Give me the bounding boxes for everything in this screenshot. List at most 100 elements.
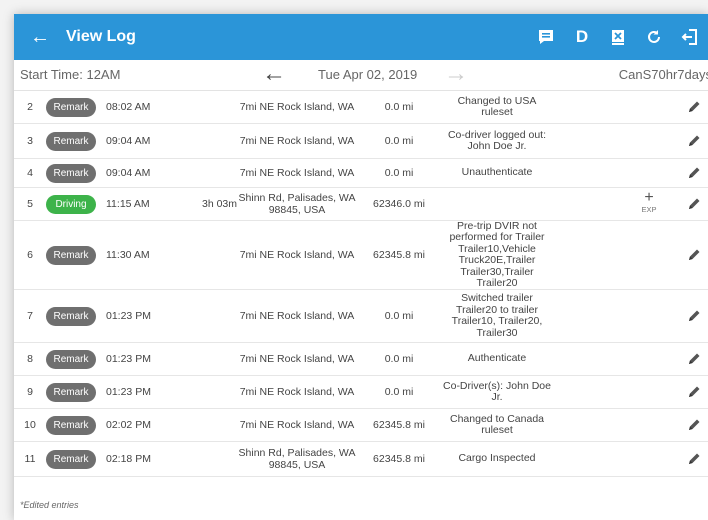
event-time: 09:04 AM bbox=[106, 135, 151, 147]
entry-number: 2 bbox=[27, 101, 33, 113]
log-entry-row: 11 Remark 02:18 PM Shinn Rd, Palisades, WA 9… bbox=[14, 442, 708, 477]
add-exemption-button[interactable]: + EXP bbox=[634, 189, 664, 215]
plus-icon: + bbox=[644, 189, 654, 206]
log-date: Tue Apr 02, 2019 bbox=[318, 67, 418, 82]
arrow-left-icon: ← bbox=[30, 25, 50, 48]
log-entry-row: 3 Remark 09:04 AM 7mi NE Rock Island, WA 0.0… bbox=[14, 124, 708, 159]
location-line: 7mi NE Rock Island, WA bbox=[239, 167, 355, 179]
event-time: 11:15 AM bbox=[106, 198, 150, 210]
event-odometer: 0.0 mi bbox=[384, 135, 414, 147]
pencil-icon[interactable] bbox=[686, 247, 702, 263]
log-entry-row: 4 Remark 09:04 AM 7mi NE Rock Island, WA 0.0… bbox=[14, 159, 708, 188]
event-type-badge[interactable]: Remark bbox=[46, 97, 96, 117]
event-location: 7mi NE Rock Island, WA bbox=[232, 167, 362, 179]
pencil-icon[interactable] bbox=[686, 351, 702, 367]
note-line: Cargo Inspected bbox=[458, 452, 536, 465]
note-line: Switched trailer bbox=[461, 292, 533, 304]
log-entry-row: 9 Remark 01:23 PM 7mi NE Rock Island, WA 0.0… bbox=[14, 376, 708, 409]
location-line: 7mi NE Rock Island, WA bbox=[239, 135, 355, 147]
logout-icon bbox=[681, 29, 697, 45]
event-odometer: 0.0 mi bbox=[384, 386, 414, 398]
note-line: performed for Trailer bbox=[449, 231, 545, 243]
back-button[interactable]: ← bbox=[14, 26, 66, 49]
location-line: 98845, USA bbox=[268, 459, 326, 471]
previous-day-button[interactable]: ← bbox=[262, 60, 286, 88]
entry-number: 3 bbox=[27, 135, 33, 147]
note-line: ruleset bbox=[481, 424, 513, 436]
note-line: ruleset bbox=[481, 106, 513, 118]
event-note: Changed to Canada ruleset bbox=[442, 413, 552, 437]
event-type-badge[interactable]: Remark bbox=[46, 131, 96, 151]
log-entry-row: 6 Remark 11:30 AM 7mi NE Rock Island, WA 623… bbox=[14, 220, 708, 290]
pencil-icon[interactable] bbox=[686, 451, 702, 467]
event-time: 08:02 AM bbox=[106, 101, 151, 113]
event-note: Switched trailer Trailer20 to trailer Trai… bbox=[442, 292, 552, 339]
event-odometer: 62345.8 mi bbox=[373, 419, 425, 431]
event-odometer: 0.0 mi bbox=[384, 310, 414, 322]
event-note: Co-Driver(s): John Doe Jr. bbox=[442, 380, 552, 404]
log-entry-row: 7 Remark 01:23 PM 7mi NE Rock Island, WA 0.0… bbox=[14, 290, 708, 343]
note-line: Trailer20 bbox=[476, 277, 518, 289]
pencil-icon[interactable] bbox=[686, 99, 702, 115]
ruleset-label: CanS70hr7days bbox=[618, 67, 708, 82]
event-location: 7mi NE Rock Island, WA bbox=[232, 386, 362, 398]
entry-number: 7 bbox=[27, 310, 33, 322]
pencil-icon[interactable] bbox=[686, 417, 702, 433]
d-button[interactable]: D bbox=[564, 14, 600, 60]
event-time: 02:02 PM bbox=[106, 419, 151, 431]
event-type-badge[interactable]: Remark bbox=[46, 163, 96, 183]
event-log-table: 2 Remark 08:02 AM 7mi NE Rock Island, WA 0.0… bbox=[14, 91, 708, 477]
location-line: 7mi NE Rock Island, WA bbox=[239, 310, 355, 322]
app-window: ← View Log D Start Time: 12AM ← Tue Apr … bbox=[14, 14, 708, 520]
remark-button[interactable] bbox=[528, 14, 564, 60]
event-note: Unauthenticate bbox=[442, 167, 552, 179]
pencil-icon[interactable] bbox=[686, 196, 702, 212]
note-line: Jr. bbox=[491, 391, 503, 403]
event-type-badge[interactable]: Remark bbox=[46, 306, 96, 326]
exemption-label: EXP bbox=[641, 205, 657, 214]
note-line: Unauthenticate bbox=[461, 166, 533, 179]
start-time-label: Start Time: 12AM bbox=[20, 67, 121, 82]
page-title: View Log bbox=[66, 28, 136, 45]
event-time: 01:23 PM bbox=[106, 310, 151, 322]
pencil-icon[interactable] bbox=[686, 165, 702, 181]
event-type-badge[interactable]: Remark bbox=[46, 245, 96, 265]
location-line: 7mi NE Rock Island, WA bbox=[239, 353, 355, 365]
note-line: Trailer10, Trailer20, bbox=[451, 315, 543, 327]
refresh-button[interactable] bbox=[636, 14, 672, 60]
event-time: 01:23 PM bbox=[106, 353, 151, 365]
event-type-badge[interactable]: Remark bbox=[46, 449, 96, 469]
event-location: 7mi NE Rock Island, WA bbox=[232, 310, 362, 322]
pencil-icon[interactable] bbox=[686, 308, 702, 324]
event-type-badge[interactable]: Remark bbox=[46, 349, 96, 369]
event-note: Authenticate bbox=[442, 353, 552, 365]
location-line: 7mi NE Rock Island, WA bbox=[239, 419, 355, 431]
event-location: 7mi NE Rock Island, WA bbox=[232, 249, 362, 261]
event-type-badge[interactable]: Remark bbox=[46, 415, 96, 435]
event-note: Pre-trip DVIR not performed for Trailer Tr… bbox=[442, 220, 552, 290]
note-line: Authenticate bbox=[467, 352, 527, 365]
location-line: 7mi NE Rock Island, WA bbox=[239, 386, 355, 398]
pencil-icon[interactable] bbox=[686, 133, 702, 149]
event-odometer: 62346.0 mi bbox=[373, 198, 425, 210]
logout-button[interactable] bbox=[672, 14, 708, 60]
entry-number: 8 bbox=[27, 353, 33, 365]
event-type-badge[interactable]: Driving bbox=[46, 194, 96, 214]
note-line: Trailer30 bbox=[476, 326, 518, 339]
pencil-icon[interactable] bbox=[686, 384, 702, 400]
event-time: 09:04 AM bbox=[106, 167, 151, 179]
entry-number: 5 bbox=[27, 198, 33, 210]
event-odometer: 62345.8 mi bbox=[373, 249, 425, 261]
event-time: 01:23 PM bbox=[106, 386, 151, 398]
event-location: Shinn Rd, Palisades, WA 98845, USA bbox=[232, 192, 362, 216]
event-type-badge[interactable]: Remark bbox=[46, 382, 96, 402]
app-bar: ← View Log D bbox=[14, 14, 708, 60]
entry-number: 10 bbox=[24, 419, 36, 431]
note-line: Truck20E,Trailer bbox=[458, 254, 536, 266]
event-odometer: 0.0 mi bbox=[384, 167, 414, 179]
reject-doc-button[interactable] bbox=[600, 14, 636, 60]
location-line: 7mi NE Rock Island, WA bbox=[239, 101, 355, 113]
location-line: Shinn Rd, Palisades, WA bbox=[238, 192, 356, 204]
next-day-button[interactable]: → bbox=[444, 60, 468, 88]
event-location: 7mi NE Rock Island, WA bbox=[232, 101, 362, 113]
